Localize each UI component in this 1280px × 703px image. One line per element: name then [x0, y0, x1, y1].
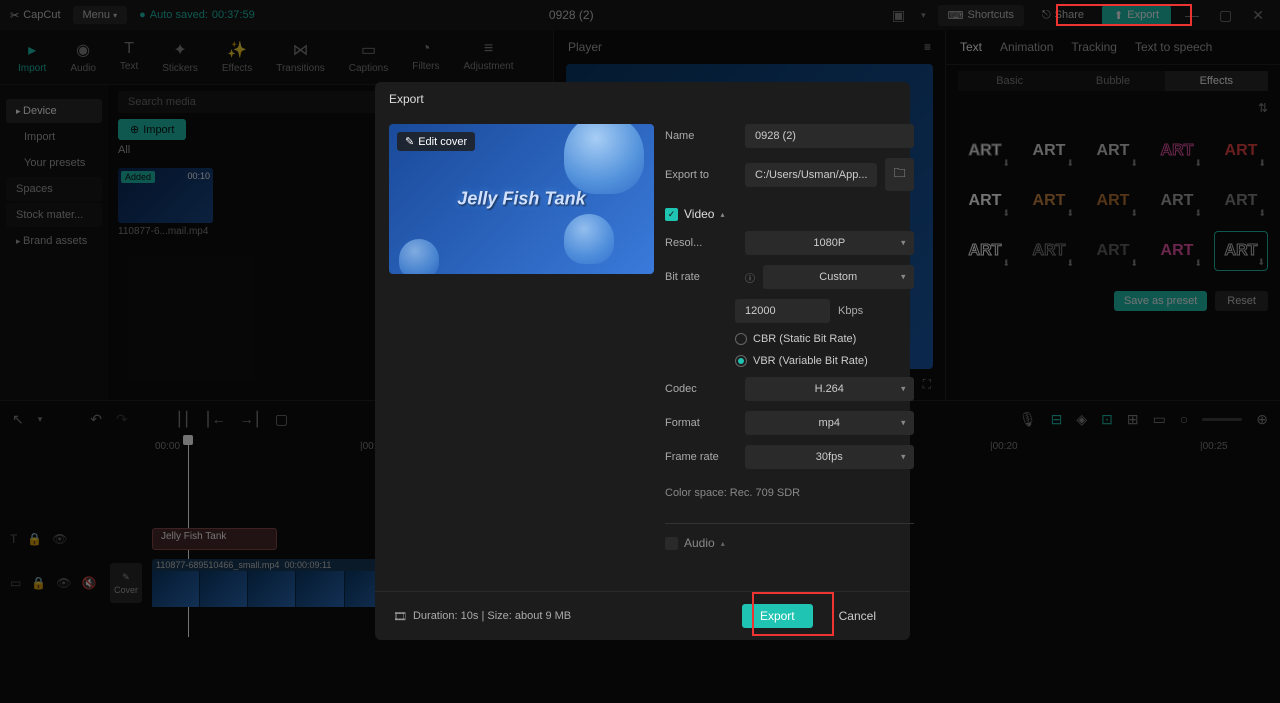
codec-select[interactable]: H.264▾ [745, 377, 914, 401]
bitrate-unit: Kbps [838, 305, 863, 317]
film-icon: 🎞 [393, 610, 407, 623]
cbr-radio-row[interactable]: CBR (Static Bit Rate) [735, 333, 914, 345]
audio-section-header[interactable]: ✓ Audio ▴ [665, 523, 914, 550]
bitrate-label: Bit rate [665, 271, 737, 283]
modal-title: Export [375, 82, 910, 116]
format-select[interactable]: mp4▾ [745, 411, 914, 435]
chevron-down-icon: ▾ [901, 452, 906, 463]
audio-checkbox[interactable]: ✓ [665, 537, 678, 550]
export-modal: Export ✎ Edit cover Jelly Fish Tank Name… [375, 82, 910, 640]
resolution-select[interactable]: 1080P▾ [745, 231, 914, 255]
export-path: C:/Users/Usman/App... [745, 163, 877, 187]
cancel-button[interactable]: Cancel [823, 604, 892, 628]
vbr-radio[interactable] [735, 355, 747, 367]
framerate-label: Frame rate [665, 451, 737, 463]
edit-cover-button[interactable]: ✎ Edit cover [397, 132, 475, 151]
colorspace-text: Color space: Rec. 709 SDR [665, 487, 914, 499]
cbr-radio[interactable] [735, 333, 747, 345]
chevron-down-icon: ▾ [901, 418, 906, 429]
format-label: Format [665, 417, 737, 429]
export-to-label: Export to [665, 169, 737, 181]
video-section-header[interactable]: ✓ Video ▴ [665, 207, 914, 221]
folder-icon[interactable]: 🗀 [885, 158, 913, 191]
vbr-radio-row[interactable]: VBR (Variable Bit Rate) [735, 355, 914, 367]
pencil-icon: ✎ [405, 135, 414, 148]
chevron-down-icon: ▾ [901, 272, 906, 283]
bitrate-select[interactable]: Custom▾ [763, 265, 914, 289]
name-label: Name [665, 130, 737, 142]
chevron-down-icon: ▾ [901, 238, 906, 249]
info-icon[interactable]: ⓘ [745, 270, 755, 285]
bitrate-input[interactable] [735, 299, 830, 323]
codec-label: Codec [665, 383, 737, 395]
cover-preview: ✎ Edit cover Jelly Fish Tank [389, 124, 654, 274]
name-input[interactable] [745, 124, 914, 148]
export-info: 🎞 Duration: 10s | Size: about 9 MB [393, 610, 571, 623]
framerate-select[interactable]: 30fps▾ [745, 445, 914, 469]
video-checkbox[interactable]: ✓ [665, 208, 678, 221]
resolution-label: Resol... [665, 237, 737, 249]
export-button-modal[interactable]: Export [742, 604, 813, 628]
chevron-down-icon: ▾ [901, 384, 906, 395]
cover-text: Jelly Fish Tank [457, 189, 585, 210]
